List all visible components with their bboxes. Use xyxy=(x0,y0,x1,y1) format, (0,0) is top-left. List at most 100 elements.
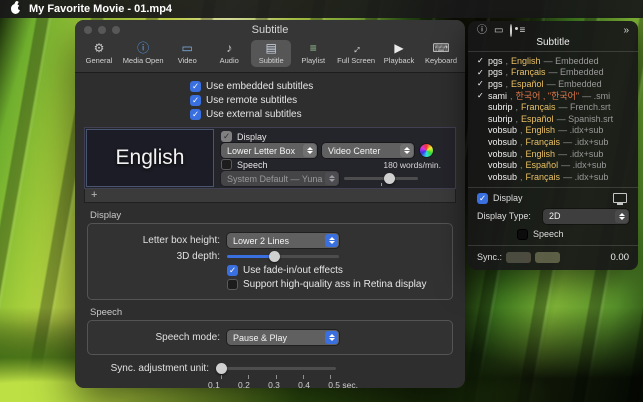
depth-label: 3D depth: xyxy=(98,251,220,262)
toolbar-item-label: Subtitle xyxy=(259,56,284,65)
hud-speech-checkbox[interactable] xyxy=(517,229,528,240)
subtitle-pane: ✓Use embedded subtitles✓Use remote subti… xyxy=(75,73,465,388)
toolbar-item-audio[interactable]: ♪Audio xyxy=(209,40,249,67)
toolbar-item-label: Media Open xyxy=(123,56,164,65)
subtitle-track-row[interactable]: vobsub , Français — .idx+sub xyxy=(477,171,629,183)
speech-rate-slider[interactable] xyxy=(344,173,418,184)
track-separator: , xyxy=(510,91,513,101)
track-format: sami xyxy=(488,91,507,101)
sync-increase-button[interactable] xyxy=(535,252,560,263)
toolbar-item-media-open[interactable]: ⓘMedia Open xyxy=(121,40,165,67)
track-format: vobsub xyxy=(488,172,517,182)
hud-double-arrow-icon[interactable]: » xyxy=(623,25,629,36)
subtitle-track-row[interactable]: vobsub , Español — .idx+sub xyxy=(477,159,629,171)
tick-label: 0.4 xyxy=(298,380,310,388)
toolbar-item-video[interactable]: ▭Video xyxy=(167,40,207,67)
eye-icon[interactable] xyxy=(510,25,512,36)
track-language: English xyxy=(526,149,556,159)
hud-list-icon[interactable]: ≡ xyxy=(519,25,525,36)
track-checkmark-icon: ✓ xyxy=(477,79,485,88)
sync-unit-label: Sync. adjustment unit: xyxy=(87,363,209,374)
subtitle-track-row[interactable]: ✓pgs , Français — Embedded xyxy=(477,67,629,79)
tick-label: 0.1 xyxy=(208,380,220,388)
toolbar-item-general[interactable]: ⚙General xyxy=(79,40,119,67)
display-group: Letter box height: Lower 2 Lines 3D dept… xyxy=(87,223,453,300)
sync-decrease-button[interactable] xyxy=(506,252,531,263)
speech-mode-popup[interactable]: Pause & Play xyxy=(227,330,339,345)
display-icon: ▭ xyxy=(182,42,193,55)
minimize-button[interactable] xyxy=(98,26,106,34)
track-separator: , xyxy=(520,137,523,147)
subtitle-track-row[interactable]: subrip , Français — French.srt xyxy=(477,101,629,113)
subtitle-source-option: ✓Use external subtitles xyxy=(190,107,350,121)
keyboard-icon: ⌨ xyxy=(432,42,449,55)
toolbar-item-label: Audio xyxy=(220,56,239,65)
titlebar[interactable]: Subtitle xyxy=(75,20,465,39)
subtitle-track-row[interactable]: ✓pgs , English — Embedded xyxy=(477,55,629,67)
tick-label: 0.3 xyxy=(268,380,280,388)
popup-value: Lower 2 Lines xyxy=(233,236,289,246)
preview-speech-checkbox[interactable] xyxy=(221,159,232,170)
track-language: Français xyxy=(526,172,561,182)
subtitle-track-row[interactable]: ✓pgs , Español — Embedded xyxy=(477,78,629,90)
hud-display-checkbox[interactable]: ✓ xyxy=(477,193,488,204)
subtitle-position-popup[interactable]: Lower Letter Box xyxy=(221,143,317,158)
preferences-window: Subtitle ⚙GeneralⓘMedia Open▭Video♪Audio… xyxy=(75,20,465,388)
fade-effects-checkbox[interactable]: ✓ xyxy=(227,265,238,276)
hud-info-icon[interactable]: ⓘ xyxy=(477,25,487,36)
subtitle-alignment-popup[interactable]: Video Center xyxy=(322,143,414,158)
tick-label: 0.5 sec. xyxy=(328,380,358,388)
subtitle-track-row[interactable]: subrip , Español — Spanish.srt xyxy=(477,113,629,125)
subtitle-track-row[interactable]: vobsub , English — .idx+sub xyxy=(477,148,629,160)
menubar-app-title[interactable]: My Favorite Movie - 01.mp4 xyxy=(29,3,172,15)
preview-display-checkbox[interactable]: ✓ xyxy=(221,131,232,142)
hud-sync-value: 0.00 xyxy=(611,252,630,263)
letterbox-height-popup[interactable]: Lower 2 Lines xyxy=(227,233,339,248)
checkbox[interactable]: ✓ xyxy=(190,81,201,92)
toolbar-item-label: General xyxy=(86,56,113,65)
toolbar-item-label: Video xyxy=(178,56,197,65)
depth-slider[interactable] xyxy=(227,251,339,262)
speech-group-title: Speech xyxy=(90,307,453,318)
chevron-updown-icon xyxy=(325,331,338,344)
display-type-popup[interactable]: 2D xyxy=(543,209,629,224)
display-device-icon[interactable] xyxy=(613,193,627,203)
sync-unit-slider[interactable] xyxy=(216,363,336,374)
track-language: 한국어 , "한국어" xyxy=(516,90,580,102)
checkbox[interactable]: ✓ xyxy=(190,95,201,106)
toolbar-item-subtitle[interactable]: ▤Subtitle xyxy=(251,40,291,67)
track-language: Español xyxy=(526,160,559,170)
track-source: — Embedded xyxy=(549,67,604,77)
toolbar-item-playback[interactable]: ▶Playback xyxy=(379,40,419,67)
hud-sync-row: Sync.: 0.00 xyxy=(468,245,638,263)
close-button[interactable] xyxy=(84,26,92,34)
fade-effects-label: Use fade-in/out effects xyxy=(243,265,343,276)
speech-voice-popup[interactable]: System Default — Yuna xyxy=(221,171,339,186)
track-format: subrip xyxy=(488,102,513,112)
toolbar-item-full-screen[interactable]: ↔Full Screen xyxy=(335,40,377,67)
apple-menu-icon[interactable] xyxy=(11,4,20,14)
letterbox-height-label: Letter box height: xyxy=(98,235,220,246)
subtitle-track-row[interactable]: vobsub , Français — .idx+sub xyxy=(477,136,629,148)
speech-mode-label: Speech mode: xyxy=(98,332,220,343)
color-wheel-icon[interactable] xyxy=(419,143,434,158)
track-language: Español xyxy=(521,114,554,124)
popup-value: 2D xyxy=(549,211,561,221)
hud-display-icon[interactable]: ▭ xyxy=(494,25,503,36)
subtitle-track-row[interactable]: vobsub , English — .idx+sub xyxy=(477,125,629,137)
speech-rate-label: 180 words/min. xyxy=(383,160,449,170)
chevron-updown-icon xyxy=(615,210,628,223)
zoom-button[interactable] xyxy=(112,26,120,34)
toolbar-item-playlist[interactable]: ≡Playlist xyxy=(293,40,333,67)
add-style-button[interactable]: + xyxy=(91,190,97,201)
track-source: — .idx+sub xyxy=(561,160,606,170)
subtitle-source-option: ✓Use embedded subtitles xyxy=(190,79,350,93)
sync-unit-tickmarks xyxy=(216,375,336,379)
subtitle-track-row[interactable]: ✓sami , 한국어 , "한국어" — .smi xyxy=(477,90,629,102)
subtitle-sample-text[interactable]: English xyxy=(86,129,214,187)
toolbar-item-keyboard[interactable]: ⌨Keyboard xyxy=(421,40,461,67)
retina-ass-checkbox[interactable] xyxy=(227,279,238,290)
track-separator: , xyxy=(520,149,523,159)
sync-adjustment-unit: Sync. adjustment unit: 0.10.20.30.40.5 s… xyxy=(87,363,453,388)
checkbox[interactable]: ✓ xyxy=(190,109,201,120)
